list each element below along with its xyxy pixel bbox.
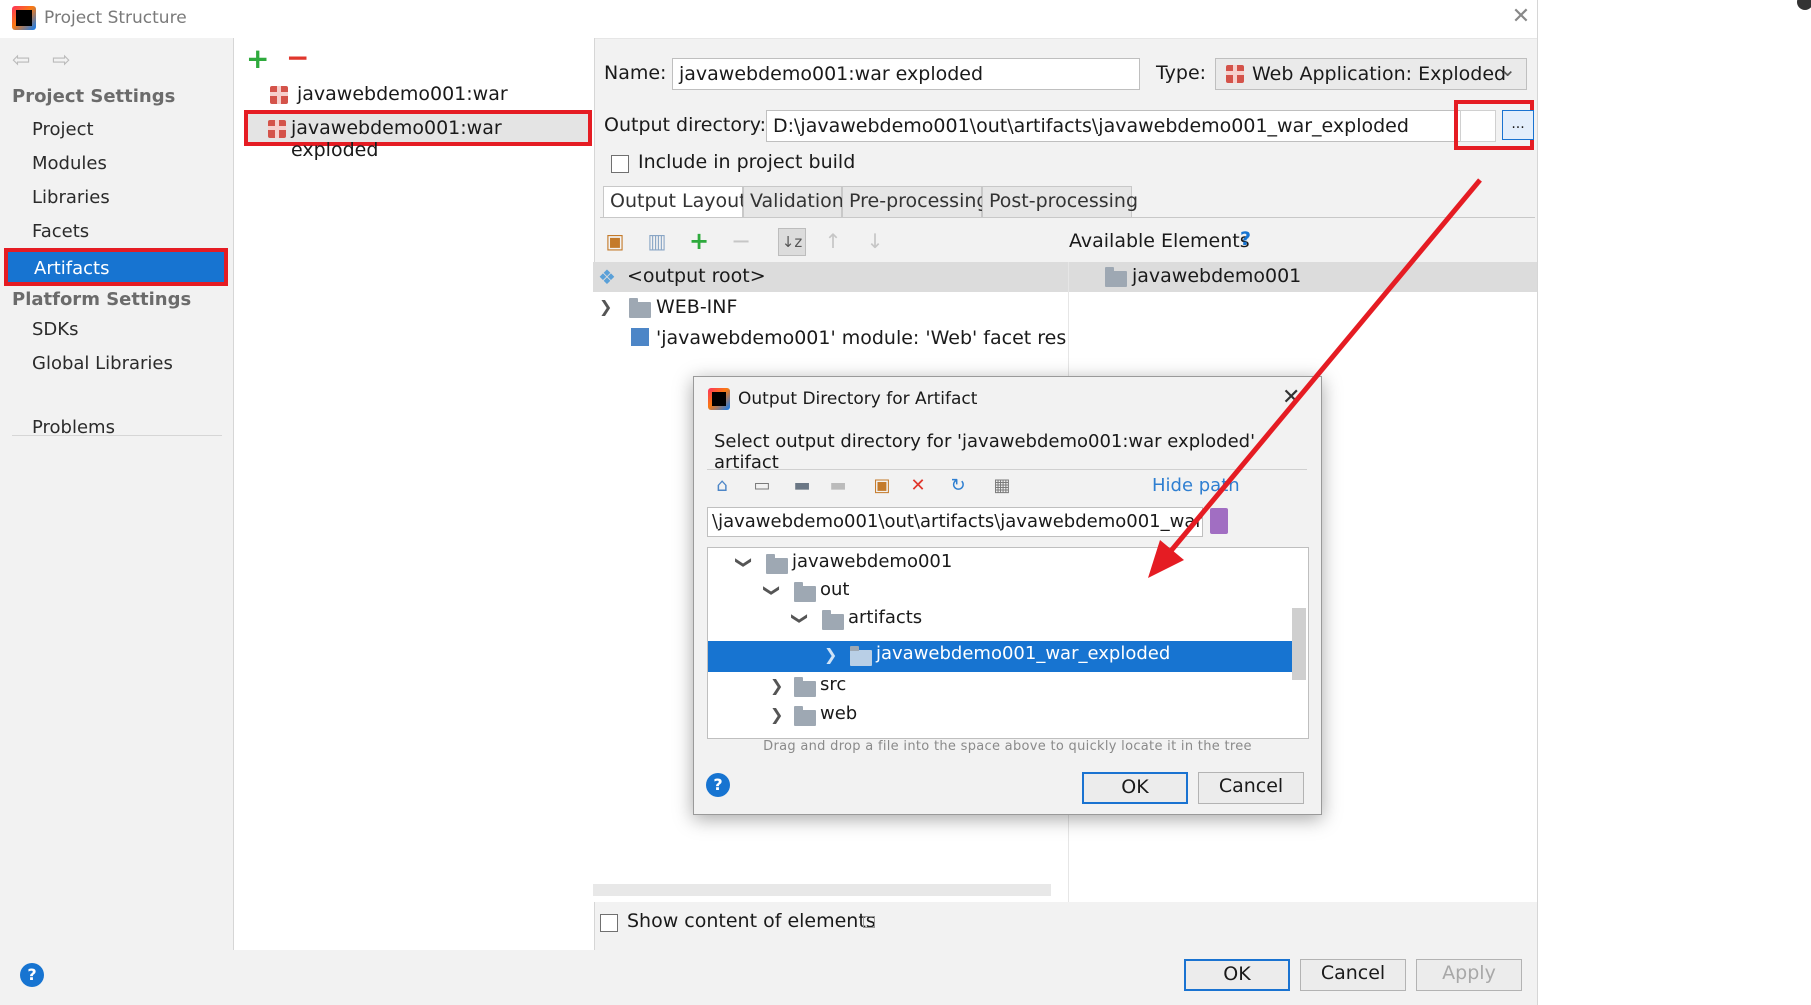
annotation-arrow-head xyxy=(1148,540,1184,578)
annotation-arrow-line xyxy=(1163,178,1482,560)
annotation-arrow xyxy=(1148,178,1482,578)
